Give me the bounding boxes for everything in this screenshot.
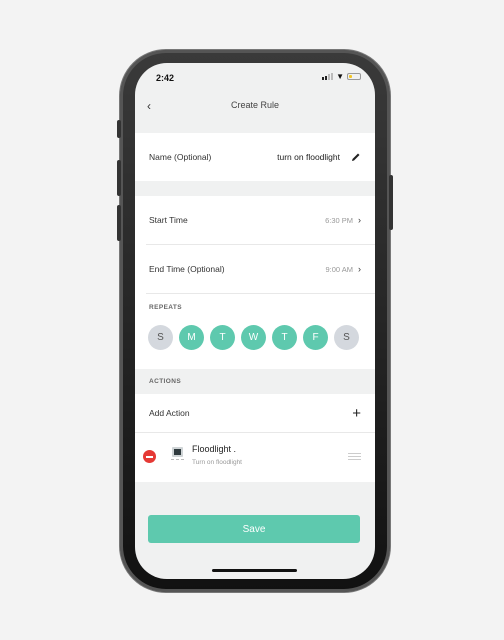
chevron-right-icon: › xyxy=(358,264,361,274)
mute-switch xyxy=(117,120,121,138)
remove-action-icon[interactable] xyxy=(143,450,156,463)
action-title: Floodlight . xyxy=(192,444,237,454)
repeats-label: REPEATS xyxy=(149,304,183,311)
name-card: Name (Optional) turn on floodlight xyxy=(135,133,375,181)
status-time: 2:42 xyxy=(156,73,175,83)
name-value: turn on floodlight xyxy=(277,152,340,162)
day-sunday[interactable]: S xyxy=(148,325,173,350)
home-indicator xyxy=(212,569,297,572)
end-time-row[interactable]: End Time (Optional) 9:00 AM › xyxy=(135,245,375,293)
day-thursday[interactable]: T xyxy=(272,325,297,350)
volume-up-button xyxy=(117,160,121,196)
floodlight-device-icon xyxy=(171,447,184,462)
nav-bar: ‹ Create Rule xyxy=(135,89,375,129)
drag-handle-icon[interactable] xyxy=(348,453,361,460)
name-row[interactable]: Name (Optional) turn on floodlight xyxy=(135,133,375,181)
wifi-icon: ▼ xyxy=(336,72,344,81)
day-saturday[interactable]: S xyxy=(334,325,359,350)
screen: 2:42 ▼ ‹ Create Rule Name (Optional) tur… xyxy=(135,63,375,579)
page-title: Create Rule xyxy=(230,100,280,110)
plus-icon[interactable]: + xyxy=(352,405,361,422)
day-wednesday[interactable]: W xyxy=(241,325,266,350)
day-selector: S M T W T F S xyxy=(148,325,359,350)
actions-card: Add Action + xyxy=(135,394,375,482)
day-tuesday[interactable]: T xyxy=(210,325,235,350)
signal-icon xyxy=(322,73,334,80)
chevron-right-icon: › xyxy=(358,215,361,225)
start-time-value: 6:30 PM xyxy=(325,215,353,225)
divider xyxy=(135,432,375,433)
divider xyxy=(146,293,375,294)
battery-icon xyxy=(347,73,361,80)
actions-label: ACTIONS xyxy=(149,378,182,385)
end-time-value: 9:00 AM xyxy=(325,264,353,274)
add-action-row[interactable]: Add Action + xyxy=(135,394,375,432)
power-button xyxy=(389,175,393,230)
day-monday[interactable]: M xyxy=(179,325,204,350)
add-action-label: Add Action xyxy=(149,408,190,418)
action-subtitle: Turn on floodlight xyxy=(192,459,242,466)
day-friday[interactable]: F xyxy=(303,325,328,350)
pencil-icon[interactable] xyxy=(351,152,361,162)
status-bar: 2:42 ▼ xyxy=(135,63,375,89)
start-time-row[interactable]: Start Time 6:30 PM › xyxy=(135,196,375,244)
save-button[interactable]: Save xyxy=(148,515,360,543)
start-time-label: Start Time xyxy=(149,215,188,225)
end-time-label: End Time (Optional) xyxy=(149,264,225,274)
volume-down-button xyxy=(117,205,121,241)
name-label: Name (Optional) xyxy=(149,152,212,162)
